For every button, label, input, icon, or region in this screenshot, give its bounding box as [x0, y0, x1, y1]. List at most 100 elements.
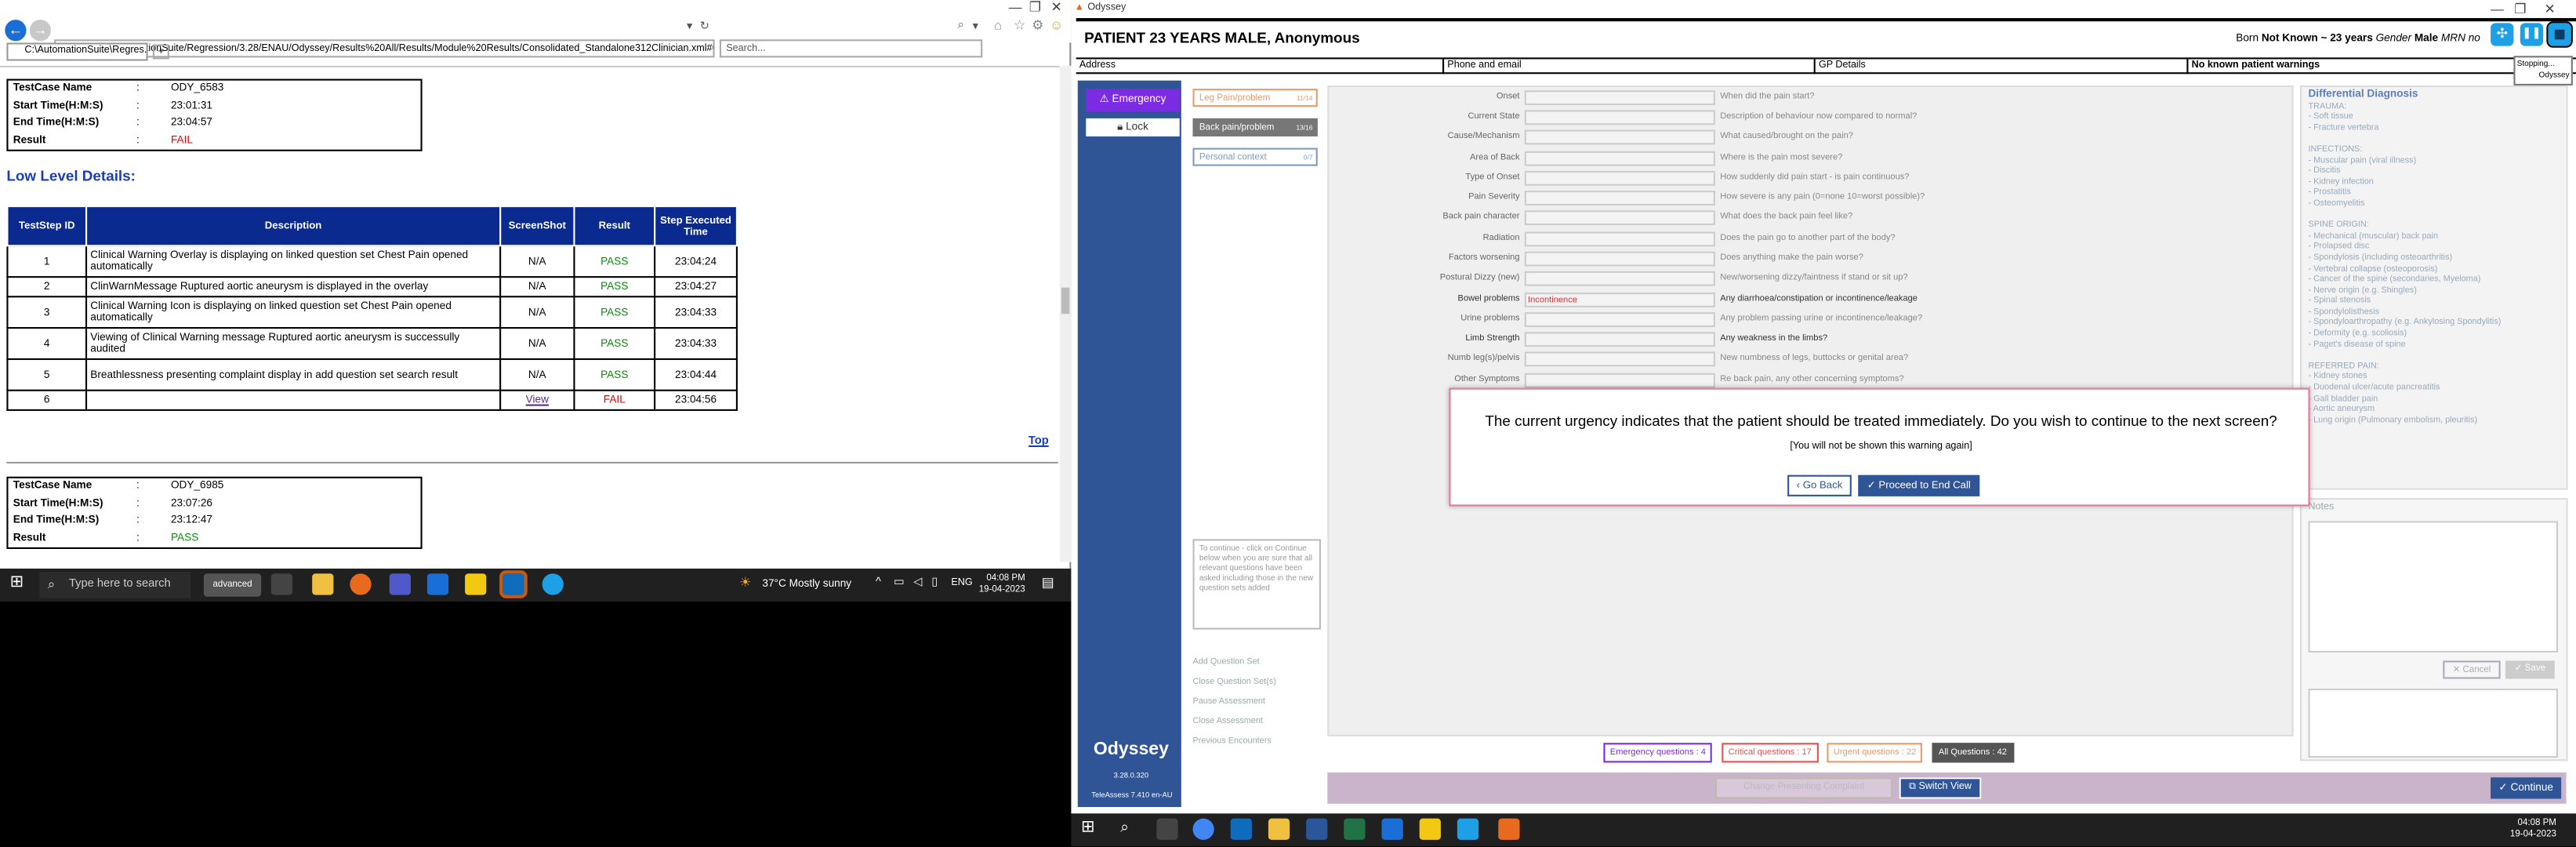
volume-icon[interactable]: ◁: [913, 575, 922, 589]
battery-icon[interactable]: ▯: [931, 575, 938, 589]
taskbar-app-advanced[interactable]: advanced: [203, 573, 262, 597]
notes-textarea[interactable]: [2308, 521, 2559, 653]
internet-explorer-icon[interactable]: [542, 573, 564, 595]
search-icon[interactable]: ⌕: [958, 20, 964, 33]
q-select-limb-strength[interactable]: [1524, 332, 1715, 347]
notes-save-button[interactable]: ✓ Save: [2505, 660, 2555, 679]
q-select-onset[interactable]: [1524, 90, 1715, 106]
windows-start-icon[interactable]: ⊞: [1081, 819, 1095, 837]
refresh-icon[interactable]: ↻: [700, 20, 709, 33]
tray-chevron-icon[interactable]: ^: [876, 577, 881, 589]
maximize-icon[interactable]: ❐: [2510, 0, 2530, 18]
smiley-icon[interactable]: ☺: [1050, 18, 1063, 33]
chrome-icon[interactable]: [1192, 818, 1214, 840]
new-tab-icon[interactable]: +: [152, 44, 169, 60]
critical-questions-tab[interactable]: Critical questions : 17: [1722, 743, 1819, 763]
notification-icon[interactable]: ▤: [1042, 575, 1054, 590]
scrollbar[interactable]: [1059, 65, 1072, 562]
windows-start-icon[interactable]: ⊞: [10, 573, 24, 591]
scrollbar-thumb[interactable]: [1061, 287, 1070, 314]
add-question-set-link[interactable]: Add Question Set: [1192, 657, 1259, 667]
taskbar-clock[interactable]: 04:08 PM 19-04-2023: [2494, 819, 2556, 842]
q-select-factors-worsening[interactable]: [1524, 251, 1715, 267]
previous-encounters-link[interactable]: Previous Encounters: [1192, 736, 1271, 747]
stopping-tooltip: Stopping... Odyssey: [2513, 56, 2573, 85]
browser-tab[interactable]: C:\AutomationSuite\Regres...: [6, 42, 148, 61]
maximize-icon[interactable]: ❐: [1025, 0, 1045, 15]
file-explorer-icon[interactable]: [1268, 818, 1290, 840]
info-warnings[interactable]: No known patient warnings: [2186, 59, 2320, 75]
dropdown-icon[interactable]: ▾: [687, 20, 692, 33]
teams-icon[interactable]: [389, 573, 411, 595]
close-icon[interactable]: ✕: [1047, 0, 1066, 15]
view-screenshot-link[interactable]: View: [526, 394, 549, 406]
word-icon[interactable]: [1306, 818, 1328, 840]
search-icon[interactable]: ⌕: [1120, 819, 1129, 837]
pause-icon[interactable]: ❚❚: [2520, 23, 2544, 46]
q-select-back-pain-character[interactable]: [1524, 210, 1715, 226]
taskbar-search[interactable]: ⌕ Type here to search: [39, 572, 191, 598]
pause-assessment-link[interactable]: Pause Assessment: [1192, 697, 1264, 707]
q-select-current-state[interactable]: [1524, 110, 1715, 125]
search-dropdown-icon[interactable]: ▾: [973, 20, 978, 33]
powerbi-icon[interactable]: [1419, 818, 1441, 840]
info-phone[interactable]: Phone and email: [1442, 59, 1522, 75]
top-link[interactable]: Top: [1029, 435, 1049, 447]
q-select-area-of-back[interactable]: [1524, 151, 1715, 166]
switch-view-button[interactable]: ⧉ Switch View: [1899, 777, 1982, 799]
q-select-cause[interactable]: [1524, 129, 1715, 145]
info-address[interactable]: Address: [1076, 59, 1116, 74]
odyssey-taskbar-icon[interactable]: [1498, 818, 1520, 840]
close-question-sets-link[interactable]: Close Question Set(s): [1192, 677, 1275, 687]
q-select-radiation[interactable]: [1524, 231, 1715, 247]
outlook-icon[interactable]: [1230, 818, 1252, 840]
firefox-icon[interactable]: [350, 573, 372, 595]
go-back-button[interactable]: ‹ Go Back: [1787, 474, 1852, 496]
emergency-button[interactable]: ⚠ Emergency: [1086, 89, 1180, 112]
continue-button[interactable]: ✓ Continue: [2491, 777, 2562, 799]
favorites-icon[interactable]: ☆: [1014, 18, 1025, 33]
close-icon[interactable]: ✕: [2540, 0, 2560, 18]
settings-gear-icon[interactable]: ⚙: [1032, 18, 1043, 33]
minimize-icon[interactable]: —: [2487, 0, 2507, 18]
network-icon[interactable]: ▭: [894, 575, 905, 589]
minimize-icon[interactable]: —: [1006, 0, 1025, 15]
q-select-pain-severity[interactable]: [1524, 191, 1715, 205]
search-input[interactable]: Search...: [719, 39, 983, 58]
back-icon[interactable]: ←: [5, 20, 27, 42]
q-select-urine-problems[interactable]: [1524, 312, 1715, 328]
stop-icon[interactable]: [2546, 21, 2573, 48]
excel-icon[interactable]: [1344, 818, 1366, 840]
q-select-bowel-problems[interactable]: Incontinence: [1524, 293, 1715, 307]
outlook-icon[interactable]: [499, 570, 528, 598]
task-view-icon[interactable]: [270, 573, 293, 595]
q-select-numb-legs[interactable]: [1524, 351, 1715, 367]
q-select-postural-dizzy[interactable]: [1524, 271, 1715, 286]
info-gp[interactable]: GP Details: [1813, 59, 1866, 75]
app-icon[interactable]: [1381, 818, 1403, 840]
tc2-name: ODY_6985: [170, 479, 224, 492]
lock-button[interactable]: 🔒︎ Lock: [1086, 118, 1180, 136]
recorder-icon[interactable]: ✣: [2491, 23, 2514, 46]
forward-icon[interactable]: →: [29, 20, 51, 42]
notes-cancel-button[interactable]: ✕ Cancel: [2443, 660, 2501, 679]
gender-value: Male: [2414, 32, 2439, 45]
close-assessment-link[interactable]: Close Assessment: [1192, 717, 1262, 727]
qset-back-pain[interactable]: Back pain/problem 13/16: [1192, 118, 1318, 136]
q-select-type-of-onset[interactable]: [1524, 170, 1715, 186]
recorder-icon[interactable]: [1457, 818, 1479, 840]
proceed-to-end-call-button[interactable]: ✓ Proceed to End Call: [1858, 474, 1980, 496]
qset-leg-pain[interactable]: Leg Pain/problem 11/14: [1192, 89, 1318, 107]
powerbi-icon[interactable]: [465, 573, 487, 595]
app-icon[interactable]: [426, 573, 449, 595]
emergency-questions-tab[interactable]: Emergency questions : 4: [1603, 743, 1713, 763]
file-explorer-icon[interactable]: [312, 573, 334, 595]
urgent-questions-tab[interactable]: Urgent questions : 22: [1827, 743, 1923, 763]
qset-personal-context[interactable]: Personal context 0/7: [1192, 147, 1318, 166]
task-view-icon[interactable]: [1156, 818, 1178, 840]
taskbar-clock[interactable]: 04:08 PM 19-04-2023: [969, 573, 1025, 596]
change-presenting-complaint-button[interactable]: Change Presenting Complaint: [1714, 777, 1893, 799]
q-select-other-symptoms[interactable]: [1524, 373, 1715, 388]
all-questions-tab[interactable]: All Questions : 42: [1932, 743, 2014, 763]
home-icon[interactable]: ⌂: [994, 18, 1002, 33]
